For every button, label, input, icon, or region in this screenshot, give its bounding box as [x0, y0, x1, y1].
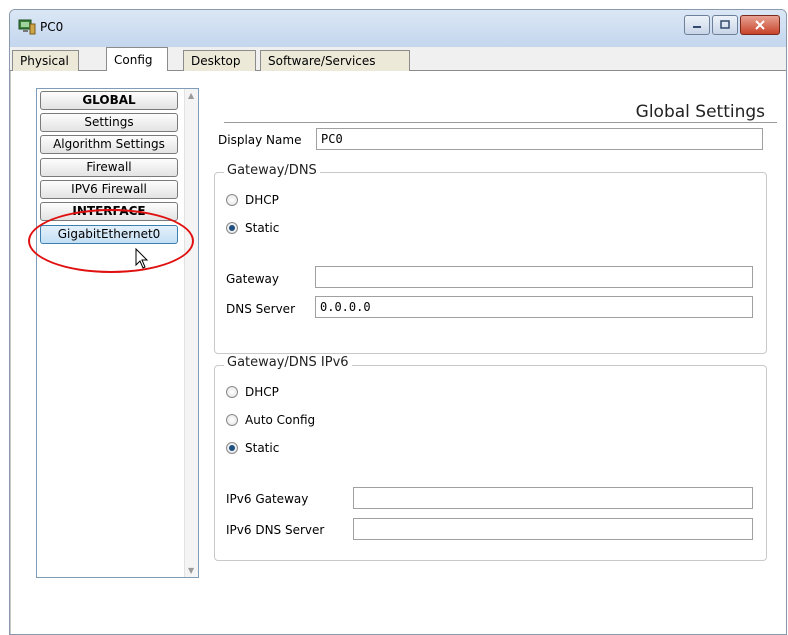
gateway-dns-title: Gateway/DNS — [224, 163, 320, 178]
tab-bar: Physical Config Desktop Software/Service… — [10, 47, 786, 72]
dns-server-label: DNS Server — [226, 302, 295, 316]
gateway-dns-ipv6-title: Gateway/DNS IPv6 — [224, 355, 352, 370]
gateway-dhcp-radio[interactable]: DHCP — [226, 193, 279, 207]
ipv6-gateway-label: IPv6 Gateway — [226, 492, 309, 506]
static-label: Static — [245, 441, 280, 455]
window-title: PC0 — [40, 20, 64, 34]
scroll-up-icon[interactable]: ▲ — [188, 91, 194, 100]
config-sidebar: GLOBAL Settings Algorithm Settings Firew… — [36, 88, 199, 578]
ipv6-dns-server-label: IPv6 DNS Server — [226, 523, 325, 537]
sidebar-header-interface: INTERFACE — [40, 202, 178, 221]
ipv6-auto-config-radio[interactable]: Auto Config — [226, 413, 315, 427]
tab-config[interactable]: Config — [106, 47, 168, 72]
gateway-dns-group — [214, 172, 767, 354]
display-name-label: Display Name — [218, 133, 302, 147]
mouse-pointer-icon — [135, 248, 149, 269]
minimize-button[interactable] — [684, 15, 710, 35]
sidebar-scrollbar[interactable]: ▲ ▼ — [184, 89, 198, 577]
tab-software-services[interactable]: Software/Services — [260, 50, 410, 72]
close-icon — [755, 20, 765, 30]
gateway-static-radio[interactable]: Static — [226, 221, 279, 235]
window-controls — [684, 15, 780, 35]
page-title: Global Settings — [224, 102, 777, 123]
maximize-button[interactable] — [712, 15, 738, 35]
title-bar[interactable]: PC0 — [10, 10, 786, 47]
dhcp-label: DHCP — [245, 193, 279, 207]
radio-unchecked-icon — [226, 414, 238, 426]
ipv6-dhcp-radio[interactable]: DHCP — [226, 385, 279, 399]
sidebar-item-gigabitethernet0[interactable]: GigabitEthernet0 — [40, 225, 178, 244]
pc-app-icon — [18, 19, 36, 35]
close-button[interactable] — [740, 15, 780, 35]
sidebar-item-ipv6-firewall[interactable]: IPV6 Firewall — [40, 180, 178, 199]
scroll-down-icon[interactable]: ▼ — [188, 566, 194, 575]
sidebar-item-settings[interactable]: Settings — [40, 113, 178, 132]
radio-unchecked-icon — [226, 194, 238, 206]
radio-checked-icon — [226, 442, 238, 454]
maximize-icon — [720, 20, 730, 29]
ipv6-static-radio[interactable]: Static — [226, 441, 279, 455]
static-label: Static — [245, 221, 280, 235]
ipv6-dns-server-field[interactable] — [353, 518, 753, 540]
gateway-label: Gateway — [226, 272, 280, 286]
dhcp-label: DHCP — [245, 385, 279, 399]
pc0-window: PC0 Physical Config Desktop Software/Ser… — [9, 9, 787, 635]
auto-config-label: Auto Config — [245, 413, 316, 427]
display-name-field[interactable]: PC0 — [316, 128, 763, 150]
sidebar-header-global: GLOBAL — [40, 91, 178, 110]
radio-unchecked-icon — [226, 386, 238, 398]
tab-physical[interactable]: Physical — [12, 50, 79, 72]
radio-checked-icon — [226, 222, 238, 234]
sidebar-item-firewall[interactable]: Firewall — [40, 158, 178, 177]
ipv6-gateway-field[interactable] — [353, 487, 753, 509]
minimize-icon — [693, 26, 701, 28]
dns-server-field[interactable]: 0.0.0.0 — [315, 296, 753, 318]
tab-desktop[interactable]: Desktop — [183, 50, 256, 72]
gateway-field[interactable] — [315, 266, 753, 288]
sidebar-item-algorithm-settings[interactable]: Algorithm Settings — [40, 135, 178, 154]
